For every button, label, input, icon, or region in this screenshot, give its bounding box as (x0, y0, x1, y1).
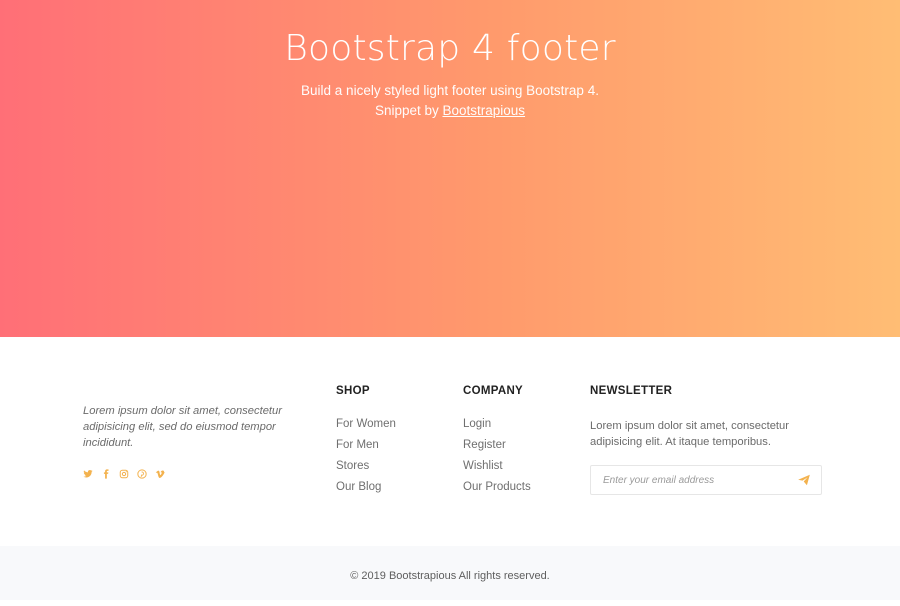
newsletter-heading: NEWSLETTER (590, 385, 673, 397)
snippet-prefix: Snippet by (374, 103, 439, 118)
footer-company-column: COMPANY Login Register Wishlist Our Prod… (463, 385, 531, 502)
newsletter-text: Lorem ipsum dolor sit amet, consectetur … (590, 420, 789, 448)
twitter-icon[interactable] (83, 469, 93, 479)
shop-link-for-women[interactable]: For Women (336, 418, 396, 439)
shop-link-for-men[interactable]: For Men (336, 439, 396, 460)
footer-newsletter-column: NEWSLETTER Lorem ipsum dolor sit amet, c… (590, 385, 825, 495)
email-subscribe-group (590, 465, 822, 495)
company-link-login[interactable]: Login (463, 418, 531, 439)
footer: Lorem ipsum dolor sit amet, consectetur … (0, 337, 900, 546)
social-links (83, 469, 323, 479)
copyright-text: © 2019 Bootstrapious All rights reserved… (350, 570, 550, 582)
hero-snippet-line: Snippet by Bootstrapious (0, 101, 900, 121)
company-list: Login Register Wishlist Our Products (463, 418, 531, 502)
hero-subtitle: Build a nicely styled light footer using… (0, 81, 900, 121)
company-link-register[interactable]: Register (463, 439, 531, 460)
company-heading: COMPANY (463, 385, 524, 397)
vimeo-icon[interactable] (155, 469, 165, 479)
shop-list: For Women For Men Stores Our Blog (336, 418, 396, 502)
page-title: Bootstrap 4 footer (284, 28, 616, 69)
facebook-icon[interactable] (101, 469, 111, 479)
company-link-wishlist[interactable]: Wishlist (463, 460, 531, 481)
shop-link-our-blog[interactable]: Our Blog (336, 481, 396, 502)
company-link-our-products[interactable]: Our Products (463, 481, 531, 502)
send-icon[interactable] (797, 473, 811, 487)
shop-heading: SHOP (336, 385, 370, 397)
footer-shop-column: SHOP For Women For Men Stores Our Blog (336, 385, 396, 502)
instagram-icon[interactable] (119, 469, 129, 479)
email-input[interactable] (601, 474, 785, 487)
hero-banner: Bootstrap 4 footer Build a nicely styled… (0, 0, 900, 337)
bootstrapious-link[interactable]: Bootstrapious (443, 103, 526, 118)
hero-subtitle-text: Build a nicely styled light footer using… (301, 83, 599, 98)
pinterest-icon[interactable] (137, 469, 147, 479)
footer-bottom-bar: © 2019 Bootstrapious All rights reserved… (0, 546, 900, 600)
footer-about: Lorem ipsum dolor sit amet, consectetur … (83, 403, 323, 479)
shop-link-stores[interactable]: Stores (336, 460, 396, 481)
about-text: Lorem ipsum dolor sit amet, consectetur … (83, 405, 282, 449)
